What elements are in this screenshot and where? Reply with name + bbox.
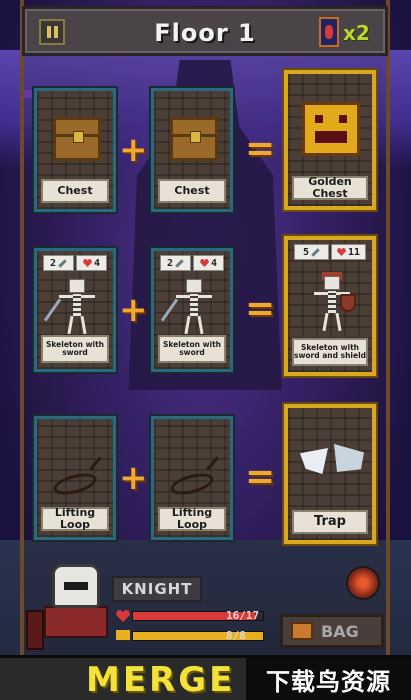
health-stat: 4 [76,255,107,271]
card-label: Trap [292,510,368,534]
attack-value: 5 [302,246,310,258]
health-value: 11 [347,246,361,258]
sword-icon [311,247,320,257]
watermark: 下载鸟资源 [246,658,411,700]
attack-stat: 5 [294,244,329,260]
golden-chest-icon [302,102,360,156]
sword-icon [175,258,184,268]
card-label: Golden Chest [292,176,368,200]
bag-icon [291,622,313,640]
equals-icon: = [245,456,276,497]
health-value: 4 [93,257,101,269]
heart-icon [336,248,346,256]
card-label: Chest [41,179,109,203]
loop-icon [168,469,216,499]
attack-stat: 2 [160,255,191,271]
xp-text: 8/8 [226,629,246,642]
card-chest[interactable]: Chest [151,88,233,212]
equals-icon: = [245,128,276,169]
equals-icon: = [245,288,276,329]
card-label: Lifting Loop [158,507,226,531]
card-stats: 2 4 [160,255,224,271]
card-stats: 2 4 [43,255,107,271]
hp-text: 16/17 [226,609,260,622]
card-label: Lifting Loop [41,507,109,531]
card-lifting-loop[interactable]: Lifting Loop [151,416,233,540]
top-bar: Floor 1 x2 [22,6,388,56]
card-chest[interactable]: Chest [34,88,116,212]
chest-icon [53,117,101,161]
hero-name: KNIGHT [112,576,202,602]
trap-icon [300,444,364,480]
knight-avatar[interactable] [38,560,112,638]
card-label: Skeleton with sword [41,335,109,363]
bag-button[interactable]: BAG [280,614,384,648]
sword-icon [58,258,67,268]
card-lifting-loop[interactable]: Lifting Loop [34,416,116,540]
skeleton-icon [43,279,99,337]
card-golden-chest[interactable]: Golden Chest [284,70,376,210]
card-label: Skeleton with sword [158,335,226,363]
chest-icon [170,117,218,161]
card-label: Skeleton with sword and shield [292,338,368,366]
xp-icon [116,630,130,640]
card-trap[interactable]: Trap [284,404,376,544]
plus-icon: + [119,290,148,330]
health-value: 4 [210,257,218,269]
attack-value: 2 [166,257,174,269]
bag-label: BAG [321,621,359,641]
skeleton-icon [160,279,216,337]
health-stat: 4 [193,255,224,271]
card-label: Chest [158,179,226,203]
multiplier-label: x2 [343,21,370,45]
card-skeleton-with-sword-and-shield[interactable]: 5 11 Skeleton with sword and shield [284,236,376,376]
attack-stat: 2 [43,255,74,271]
card-stats: 5 11 [294,244,366,260]
skeleton-shield-icon [310,272,356,334]
heart-icon [82,259,92,267]
attack-value: 2 [49,257,57,269]
plus-icon: + [119,458,148,498]
loop-icon [51,469,99,499]
side-tab-button[interactable] [26,610,44,650]
health-stat: 11 [331,244,366,260]
gem-icon [319,17,339,47]
card-skeleton-with-sword[interactable]: 2 4 Skeleton with sword [151,248,233,372]
card-skeleton-with-sword[interactable]: 2 4 Skeleton with sword [34,248,116,372]
heart-icon [199,259,209,267]
fire-orb-icon[interactable] [346,566,380,600]
plus-icon: + [119,130,148,170]
